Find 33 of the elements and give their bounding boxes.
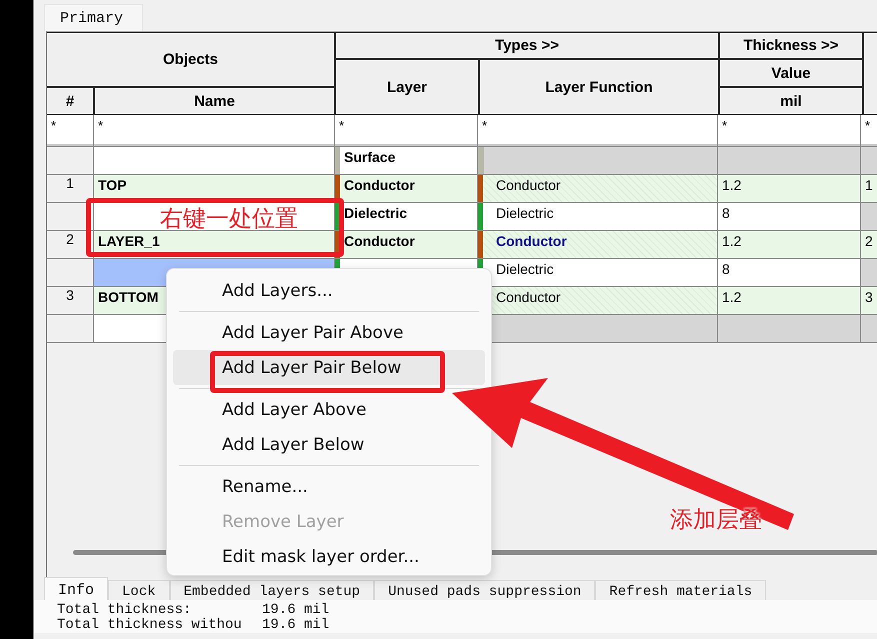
table-cell: 1.2 (718, 175, 860, 202)
column-header: Layer (336, 60, 478, 114)
table-cell: Dielectric (478, 203, 717, 230)
info-label: Total thickness withou (57, 618, 243, 633)
column-header: Name (95, 88, 334, 114)
column-header: mil (720, 88, 862, 114)
table-cell: Surface (335, 147, 477, 174)
table-cell: 3 (47, 287, 93, 314)
table-cell: 2 (861, 231, 877, 258)
table-cell: Dielectric (335, 203, 477, 230)
table-cell: Conductor (478, 231, 717, 258)
table-cell: 3 (861, 287, 877, 314)
info-value: 19.6 mil (262, 618, 330, 633)
table-cell: Conductor (478, 175, 717, 202)
table-cell: Conductor (335, 231, 477, 258)
info-value: 19.6 mil (262, 603, 330, 618)
column-header: Value (720, 60, 862, 86)
column-group-header: Thickness >> (720, 33, 862, 58)
table-cell: Dielectric (478, 259, 717, 286)
info-label: Total thickness: (57, 603, 192, 618)
table-cell: 8 (718, 203, 860, 230)
column-group-header: Types >> (336, 33, 718, 58)
annotation-label: 添加层叠 (670, 506, 762, 535)
column-group-header: Objects (47, 33, 334, 86)
table-cell: 8 (718, 259, 860, 286)
column-header: Layer Function (480, 60, 718, 114)
table-cell: 1.2 (718, 287, 860, 314)
table-cell: 1.2 (718, 231, 860, 258)
column-header: # (47, 88, 93, 114)
table-cell: Conductor (335, 175, 477, 202)
table-cell: 1 (861, 175, 877, 202)
table-cell: 1 (47, 175, 93, 202)
annotation-label: 右键一处位置 (160, 205, 298, 234)
